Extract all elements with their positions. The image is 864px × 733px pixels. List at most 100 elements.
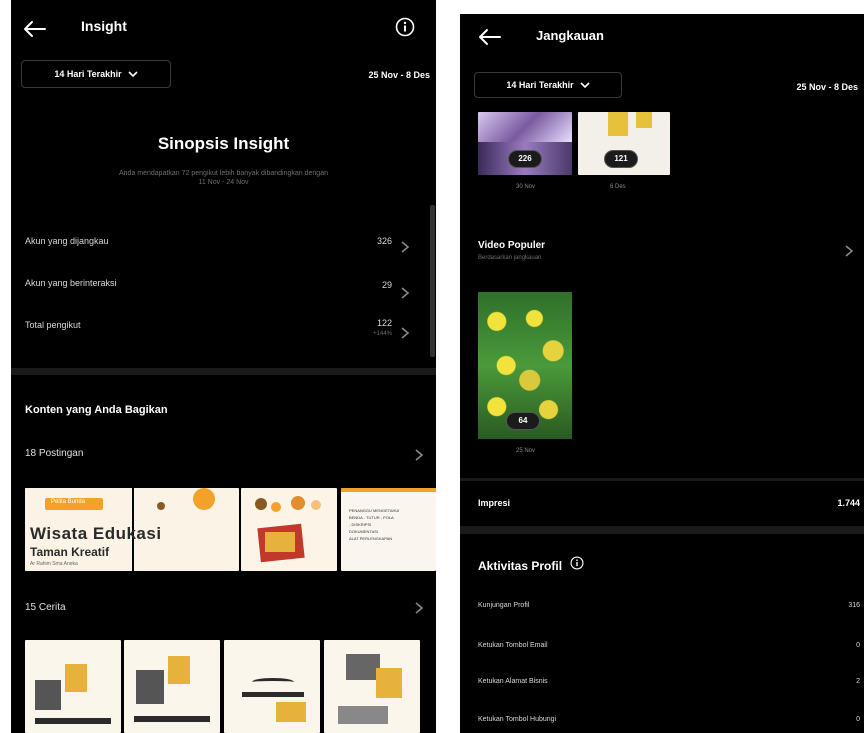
page-title: Insight	[81, 18, 127, 34]
page-title: Jangkauan	[536, 28, 604, 43]
date-filter-dropdown[interactable]: 14 Hari Terakhir	[21, 60, 171, 88]
reach-count-pill: 226	[508, 150, 542, 168]
synopsis-title: Sinopsis Insight	[157, 134, 290, 153]
poster-subtitle: Taman Kreatif	[30, 545, 110, 559]
photo-area	[608, 112, 628, 136]
photo-area	[478, 112, 572, 142]
poster-caption: Ar Rahim Sma Aneka	[30, 561, 78, 567]
post-thumbnail-top-1[interactable]: 226	[478, 112, 572, 175]
date-filter-label: 14 Hari Terakhir	[506, 80, 574, 90]
poster-dot	[255, 498, 267, 510]
story-thumbnail-2[interactable]	[124, 640, 220, 733]
doc-line: ALAT PERLENGKAPAN	[349, 536, 393, 541]
profile-row-label: Kunjungan Profil	[478, 602, 530, 609]
profile-row-value: 2	[856, 678, 860, 685]
reach-count-pill: 121	[604, 150, 638, 168]
metric-change: +144%	[373, 331, 392, 337]
doc-line: - DISKRIPSI	[349, 522, 372, 527]
date-filter-dropdown[interactable]: 14 Hari Terakhir	[474, 72, 622, 98]
story-graphic	[276, 702, 306, 722]
impressions-row: Impresi 1.744	[460, 492, 864, 514]
date-range: 25 Nov - 8 Des	[368, 70, 430, 80]
story-thumbnail-3[interactable]	[224, 640, 320, 733]
profile-row-label: Ketukan Alamat Bisnis	[478, 678, 548, 685]
video-thumbnail[interactable]: 64	[478, 292, 572, 439]
poster-dot	[311, 500, 321, 510]
chevron-right-icon	[844, 244, 854, 258]
video-date: 25 Nov	[516, 448, 536, 454]
posts-row[interactable]: 18 Postingan	[11, 444, 436, 466]
story-bar	[134, 716, 210, 722]
doc-line: BENDA - TUTUR - POLA	[349, 515, 394, 520]
section-divider	[460, 478, 864, 481]
post-date: 30 Nov	[516, 184, 536, 190]
story-graphic	[65, 664, 87, 692]
synopsis-subtitle-range: 11 Nov - 24 Nov	[198, 179, 249, 186]
posts-label: 18 Postingan	[25, 448, 84, 459]
section-divider	[11, 368, 436, 375]
metric-row-engaged[interactable]: Akun yang berinteraksi 29	[11, 274, 436, 302]
chevron-down-icon	[580, 82, 590, 88]
chevron-right-icon	[400, 240, 410, 254]
story-graphic	[35, 680, 61, 710]
stories-label: 15 Cerita	[25, 602, 66, 613]
date-filter-label: 14 Hari Terakhir	[54, 69, 122, 79]
metric-row-followers[interactable]: Total pengikut 122 +144%	[11, 316, 436, 348]
insight-screen: Insight 14 Hari Terakhir 25 Nov - 8 Des …	[11, 0, 436, 733]
info-icon[interactable]	[570, 556, 584, 575]
poster-dot	[157, 502, 165, 510]
profile-row-value: 316	[848, 602, 860, 609]
metric-label: Akun yang berinteraksi	[25, 278, 117, 288]
photo-area	[636, 112, 652, 128]
story-graphic	[338, 706, 388, 724]
synopsis-subtitle: Anda mendapatkan 72 pengikut lebih banya…	[118, 170, 328, 177]
section-divider	[460, 526, 864, 534]
content-section-title: Konten yang Anda Bagikan	[25, 404, 168, 416]
poster-band	[341, 488, 436, 492]
popular-videos-title: Video Populer	[478, 240, 546, 251]
metric-label: Total pengikut	[25, 320, 81, 330]
stories-row[interactable]: 15 Cerita	[11, 596, 436, 618]
profile-row-label: Ketukan Tombol Hubungi	[478, 716, 557, 723]
poster-dot	[271, 502, 281, 512]
poster-title: Wisata Edukasi	[30, 524, 162, 543]
doc-line: PENANGGU MENGETAHUI	[349, 508, 400, 513]
reach-screen: Jangkauan 14 Hari Terakhir 25 Nov - 8 De…	[460, 14, 864, 733]
date-range: 25 Nov - 8 Des	[796, 82, 858, 92]
impressions-value: 1.744	[837, 498, 860, 508]
post-thumbnail-1[interactable]: Pelita Bunda Wisata Edukasi Taman Kreati…	[25, 488, 239, 571]
popular-videos-row[interactable]: Video Populer Berdasarkan jangkauan	[460, 238, 864, 272]
poster-photo-inner	[265, 532, 295, 552]
story-thumbnail-1[interactable]	[25, 640, 121, 733]
post-date: 6 Des	[610, 184, 626, 190]
popular-videos-subtitle: Berdasarkan jangkauan	[478, 255, 542, 261]
metric-value: 29	[381, 280, 392, 290]
story-graphic	[376, 668, 402, 698]
profile-row-value: 0	[856, 642, 860, 649]
profile-row-value: 0	[856, 716, 860, 723]
story-thumbnail-4[interactable]	[324, 640, 420, 733]
chevron-right-icon	[400, 286, 410, 300]
post-thumbnail-top-2[interactable]: 121	[578, 112, 670, 175]
profile-activity-header: Aktivitas Profil	[478, 556, 584, 575]
back-arrow-icon[interactable]	[478, 28, 502, 46]
metric-value: 326	[376, 236, 392, 246]
poster-dot	[291, 496, 305, 510]
metric-label: Akun yang dijangkau	[25, 236, 109, 246]
metric-value: 122	[376, 318, 392, 328]
impressions-label: Impresi	[478, 498, 511, 508]
story-graphic	[346, 654, 380, 680]
chevron-right-icon	[414, 601, 424, 615]
chevron-right-icon	[414, 448, 424, 462]
scrollbar[interactable]	[430, 205, 435, 357]
poster-tag-text: Pelita Bunda	[51, 499, 86, 505]
back-arrow-icon[interactable]	[23, 20, 47, 38]
info-icon[interactable]	[395, 17, 415, 37]
post-thumbnail-2[interactable]	[241, 488, 337, 571]
story-bar	[242, 692, 304, 697]
metric-row-reached[interactable]: Akun yang dijangkau 326	[11, 230, 436, 258]
profile-row-label: Ketukan Tombol Email	[478, 642, 548, 649]
story-graphic	[168, 656, 190, 684]
post-thumbnail-3[interactable]: PENANGGU MENGETAHUI BENDA - TUTUR - POLA…	[341, 488, 436, 571]
story-arc	[252, 678, 294, 686]
